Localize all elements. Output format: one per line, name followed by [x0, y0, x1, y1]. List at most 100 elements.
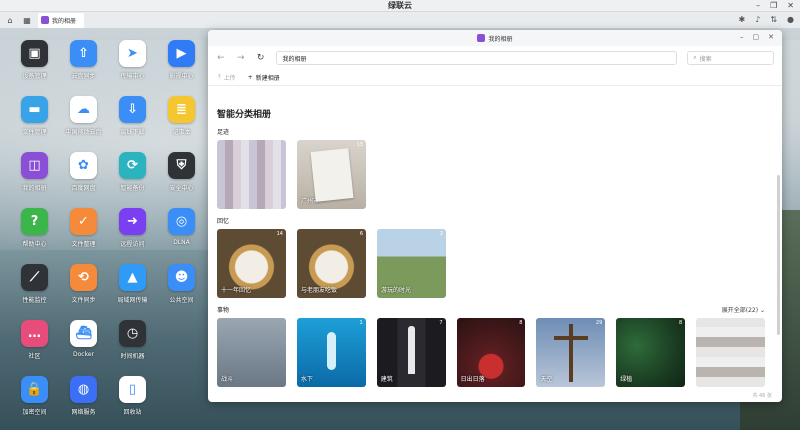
- back-icon[interactable]: ←: [216, 53, 226, 63]
- desktop-icon-label: 加密空间: [22, 409, 47, 416]
- system-title: 绿联云: [388, 1, 412, 10]
- user-icon[interactable]: ●: [787, 15, 794, 24]
- album-card[interactable]: [217, 140, 286, 209]
- home-icon[interactable]: ⌂: [3, 13, 17, 27]
- desktop-icon-photo[interactable]: ◫ 我的相册: [10, 152, 59, 200]
- section-header: 足迹: [217, 127, 765, 136]
- desktop-icon-help[interactable]: ? 帮助中心: [10, 208, 59, 256]
- album-card[interactable]: 7 建筑: [376, 318, 446, 387]
- transfer-icon[interactable]: ⇅: [770, 15, 777, 24]
- desktop-icon-baidu[interactable]: ✿ 百度网盘: [59, 152, 108, 200]
- desktop-icon-shield[interactable]: ⛨ 安全中心: [157, 152, 206, 200]
- cloud-icon: ☁: [70, 96, 97, 123]
- plus-icon: +: [247, 74, 253, 81]
- new-album-button[interactable]: + 新建相册: [248, 73, 280, 82]
- backup-icon: ⟳: [119, 152, 146, 179]
- album-card[interactable]: 29 天空: [536, 318, 606, 387]
- settings-icon[interactable]: ✱: [739, 15, 746, 24]
- search-placeholder: 搜索: [699, 55, 712, 63]
- album-name: 天空: [540, 376, 553, 383]
- desktop-icon-cloud[interactable]: ☁ 中国移动云盘: [59, 96, 108, 144]
- desktop-icon-notepad[interactable]: ≣ 记事本: [157, 96, 206, 144]
- album-name: 日出日落: [460, 376, 485, 383]
- app-grid-icon[interactable]: ▦: [20, 13, 34, 27]
- desktop-icon-label: 我的相册: [22, 185, 47, 192]
- search-input[interactable]: ⌕ 搜索: [687, 51, 775, 65]
- desktop-icon-dlna[interactable]: ◎ DLNA: [157, 208, 206, 256]
- section-title: 回忆: [217, 218, 230, 225]
- dlna-icon: ◎: [168, 208, 195, 235]
- system-title-bar: 绿联云 – ❐ ✕: [0, 0, 800, 12]
- desktop-icon-send[interactable]: ▲ 局域网传输: [108, 264, 157, 312]
- forward-icon[interactable]: →: [236, 53, 246, 63]
- album-count: 2: [439, 231, 443, 237]
- clock-icon: ◷: [119, 320, 146, 347]
- album-name: 建筑: [380, 376, 393, 383]
- album-card[interactable]: 13 广州市: [297, 140, 366, 209]
- album-card[interactable]: 14 十一年回忆: [217, 229, 286, 298]
- bell-icon[interactable]: ♪: [755, 15, 760, 24]
- album-card[interactable]: 6 与老朋友吃饭: [297, 229, 366, 298]
- desktop-icon-monitor[interactable]: ⟋ 性能监控: [10, 264, 59, 312]
- desktop-icon-label: 文件管理: [22, 129, 47, 136]
- upload-button[interactable]: ⤒ 上传: [218, 73, 236, 83]
- window-close-icon[interactable]: ✕: [768, 33, 774, 41]
- scrollbar[interactable]: [777, 175, 780, 335]
- section-header: 回忆: [217, 216, 765, 225]
- close-icon[interactable]: ✕: [787, 1, 794, 10]
- desktop-icon-label: 远程访问: [120, 241, 145, 248]
- desktop-icon-globe[interactable]: ◍ 网络服务: [59, 376, 108, 424]
- cloud-upload-icon: ⇧: [70, 40, 97, 67]
- album-card[interactable]: 1 水下: [296, 318, 366, 387]
- album-name: 水下: [300, 376, 313, 383]
- desktop-icon-users[interactable]: ☻ 公共空间: [157, 264, 206, 312]
- desktop-icon-download[interactable]: ⇩ 离线下载: [108, 96, 157, 144]
- expand-all-link[interactable]: 展开全部(22) ⌄: [722, 305, 765, 314]
- system-tray: ✱ ♪ ⇅ ●: [739, 15, 795, 24]
- desktop-icon-trash[interactable]: ▯ 回收站: [108, 376, 157, 424]
- desktop-icon-backup[interactable]: ⟳ 智能备份: [108, 152, 157, 200]
- send-icon: ▲: [119, 264, 146, 291]
- window-maximize-icon[interactable]: ▢: [753, 33, 760, 41]
- minimize-icon[interactable]: –: [756, 1, 760, 10]
- folder-icon: ▬: [21, 96, 48, 123]
- address-bar[interactable]: 我的相册: [275, 51, 678, 65]
- album-card[interactable]: [696, 318, 766, 387]
- album-card[interactable]: 战斗: [217, 318, 286, 387]
- album-card[interactable]: 8 绿植: [616, 318, 686, 387]
- desktop-icon-paper-plane[interactable]: ➤ 传输中心: [108, 40, 157, 88]
- desktop-icon-cloud-upload[interactable]: ⇧ 云盘同步: [59, 40, 108, 88]
- refresh-icon[interactable]: ↻: [256, 53, 266, 63]
- album-card[interactable]: 8 日出日落: [456, 318, 526, 387]
- album-name: 游玩的时光: [381, 287, 412, 294]
- desktop-icon-label: 中国移动云盘: [65, 129, 102, 136]
- desktop-icon-device[interactable]: ▣ 设备管理: [10, 40, 59, 88]
- taskbar-app-photos[interactable]: 我的相册: [38, 12, 85, 28]
- album-count: 29: [595, 320, 603, 326]
- docker-icon: ⛴: [70, 320, 97, 347]
- desktop-icon-label: 百度网盘: [71, 185, 96, 192]
- paper-plane-icon: ➤: [119, 40, 146, 67]
- trash-icon: ▯: [119, 376, 146, 403]
- album-card[interactable]: 2 游玩的时光: [377, 229, 446, 298]
- desktop-icon-label: 设备管理: [22, 73, 47, 80]
- window-minimize-icon[interactable]: –: [740, 33, 744, 41]
- desktop-icon-docker[interactable]: ⛴ Docker: [59, 320, 108, 368]
- desktop-icon-chat[interactable]: … 社区: [10, 320, 59, 368]
- desktop-icon-lock[interactable]: 🔒 加密空间: [10, 376, 59, 424]
- album-section: 事物 展开全部(22) ⌄ 战斗 1 水下 7 建筑 8 日出日落 29 天空 8 绿植: [217, 305, 766, 387]
- desktop-icon-label: 影视中心: [169, 73, 194, 80]
- desktop-icon-remote[interactable]: ➜ 远程访问: [108, 208, 157, 256]
- desktop-icon-folder[interactable]: ▬ 文件管理: [10, 96, 59, 144]
- taskbar-app-label: 我的相册: [52, 17, 77, 25]
- album-count: 14: [276, 231, 283, 237]
- desktop-icon-organize[interactable]: ✓ 文件整理: [59, 208, 108, 256]
- album-count: 7: [439, 320, 443, 326]
- restore-icon[interactable]: ❐: [770, 1, 777, 10]
- desktop-icon-sync[interactable]: ⟲ 文件同步: [59, 264, 108, 312]
- album-count: 1: [359, 320, 363, 326]
- desktop-icon-play[interactable]: ▶ 影视中心: [157, 40, 206, 88]
- desktop-icon-clock[interactable]: ◷ 时间机器: [108, 320, 157, 368]
- upload-label: 上传: [223, 75, 236, 82]
- album-row: 13 广州市: [217, 140, 765, 209]
